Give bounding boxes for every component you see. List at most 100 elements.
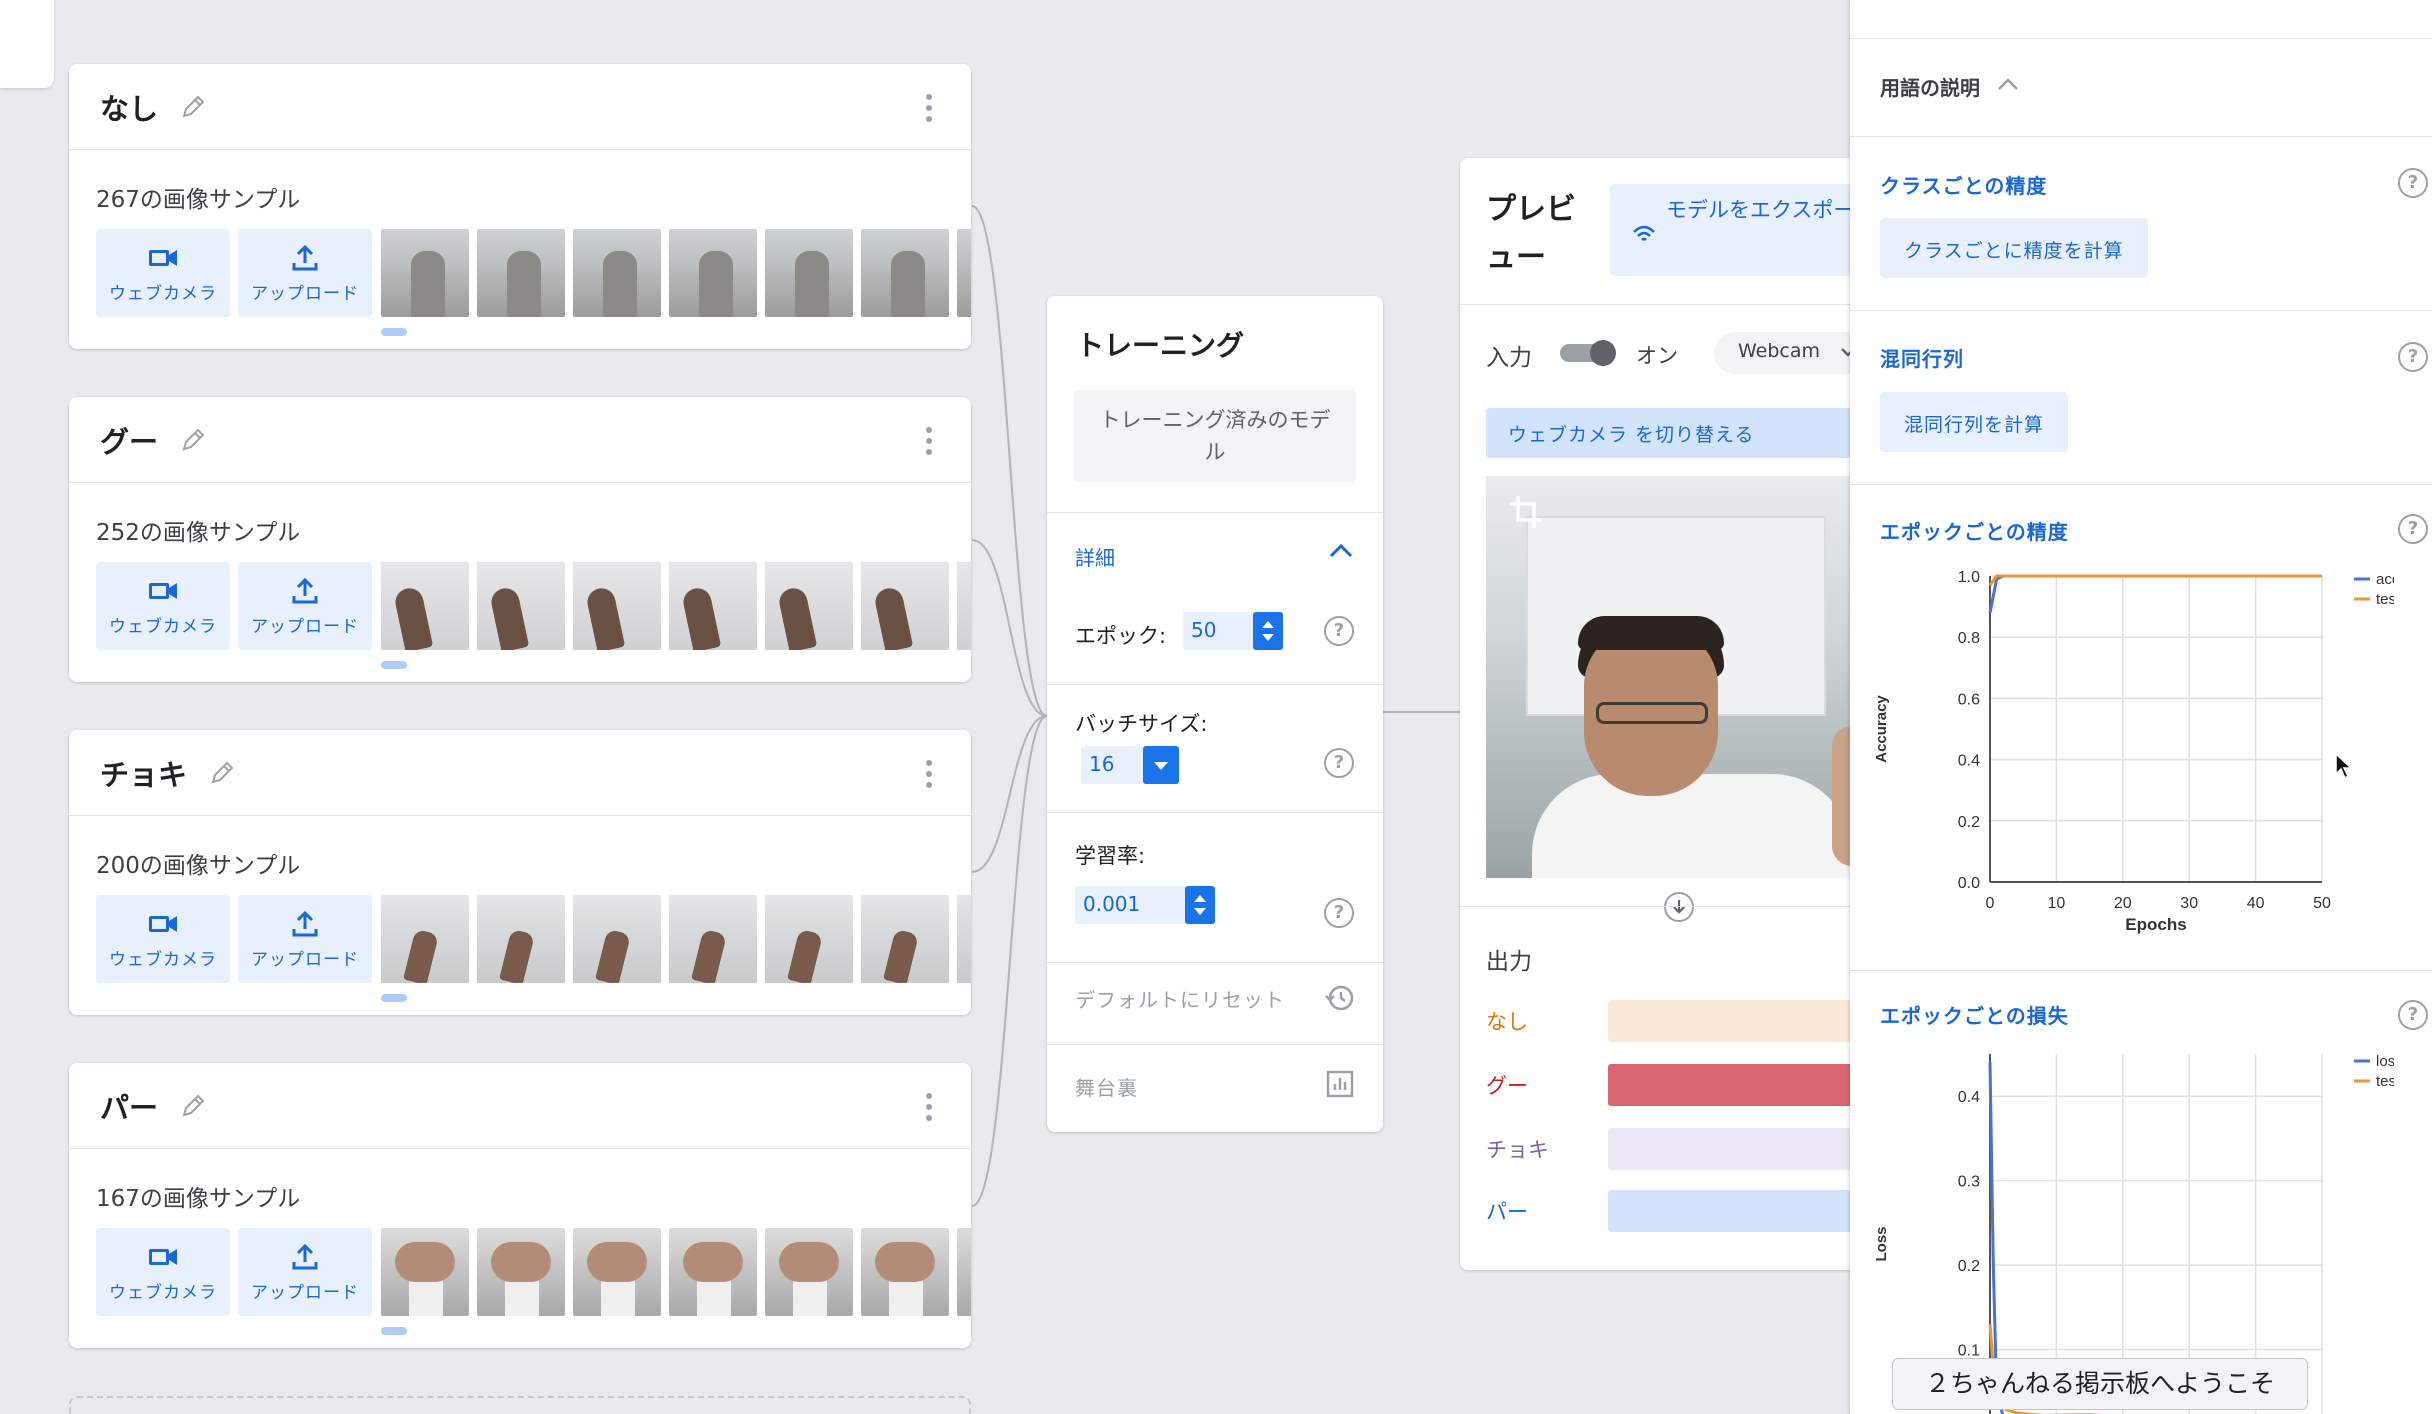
per-class-help-icon[interactable]: ? <box>2398 168 2428 198</box>
x-tick-label: 30 <box>2180 895 2198 912</box>
sample-thumbnail[interactable] <box>861 1228 949 1316</box>
y-axis-label: Loss <box>1874 1226 1890 1261</box>
sample-thumbnail[interactable] <box>861 229 949 317</box>
webcam-feed <box>1486 476 1910 878</box>
sample-thumbnail[interactable] <box>765 229 853 317</box>
sample-thumbnail[interactable] <box>669 1228 757 1316</box>
x-tick-label: 10 <box>2048 895 2066 912</box>
y-tick-label: 0.4 <box>1958 753 1980 770</box>
series-line <box>1988 574 2322 613</box>
sample-thumbnail[interactable] <box>765 562 853 650</box>
webcam-button[interactable]: ウェブカメラ <box>96 1228 230 1316</box>
bar-chart-icon[interactable] <box>1326 1070 1354 1098</box>
webcam-button[interactable]: ウェブカメラ <box>96 229 230 317</box>
sample-thumbnail[interactable] <box>573 895 661 983</box>
glossary-toggle[interactable]: 用語の説明 <box>1880 72 1980 101</box>
sample-thumbnail[interactable] <box>573 229 661 317</box>
train-model-button[interactable]: トレーニング済みのモデル <box>1074 390 1356 482</box>
more-options-icon[interactable] <box>925 1093 933 1121</box>
accuracy-chart: 0.0 0.2 0.4 0.6 0.8 1.0 0 10 20 30 40 50 acc test acc… <box>1874 569 2394 934</box>
confusion-help-icon[interactable]: ? <box>2398 342 2428 372</box>
y-tick-label: 0.4 <box>1958 1089 1980 1106</box>
learning-rate-help-icon[interactable]: ? <box>1324 898 1354 928</box>
sample-thumbnail[interactable] <box>765 1228 853 1316</box>
class-name[interactable]: グー <box>100 419 158 461</box>
scroll-indicator[interactable] <box>381 994 407 1002</box>
class-name[interactable]: なし <box>100 86 158 128</box>
confusion-matrix-button[interactable]: 混同行列を計算 <box>1880 392 2069 452</box>
reset-defaults-button[interactable]: デフォルトにリセット <box>1075 984 1285 1013</box>
history-icon[interactable] <box>1324 982 1356 1014</box>
scroll-indicator[interactable] <box>381 1327 407 1335</box>
sample-thumbnail[interactable] <box>477 229 565 317</box>
sample-thumbnail[interactable] <box>765 895 853 983</box>
epochs-stepper[interactable]: 50 <box>1183 612 1283 650</box>
y-tick-label: 0.2 <box>1958 1258 1980 1275</box>
class-name[interactable]: チョキ <box>100 752 187 794</box>
pencil-icon[interactable] <box>207 758 237 788</box>
loss-help-icon[interactable]: ? <box>2398 1000 2428 1030</box>
sample-thumbnail[interactable] <box>957 562 971 650</box>
webcam-button[interactable]: ウェブカメラ <box>96 895 230 983</box>
per-class-accuracy-button[interactable]: クラスごとに精度を計算 <box>1880 218 2148 278</box>
legend-label: test loss <box>2376 1073 2394 1090</box>
pencil-icon[interactable] <box>178 425 208 455</box>
upload-button[interactable]: アップロード <box>238 562 372 650</box>
more-options-icon[interactable] <box>925 760 933 788</box>
advanced-toggle[interactable]: 詳細 <box>1075 542 1115 571</box>
add-class-placeholder[interactable] <box>69 1396 971 1414</box>
more-options-icon[interactable] <box>925 94 933 122</box>
sample-thumbnail[interactable] <box>477 562 565 650</box>
stepper-arrows-icon[interactable] <box>1185 886 1215 924</box>
sample-thumbnail[interactable] <box>381 229 469 317</box>
switch-webcam-button[interactable]: ウェブカメラ を切り替える <box>1486 408 1910 458</box>
sample-thumbnail[interactable] <box>861 562 949 650</box>
sample-thumbnail[interactable] <box>381 1228 469 1316</box>
sample-thumbnail[interactable] <box>573 1228 661 1316</box>
sample-thumbnail[interactable] <box>381 895 469 983</box>
sample-thumbnail[interactable] <box>381 562 469 650</box>
sample-thumbnail[interactable] <box>861 895 949 983</box>
input-toggle[interactable] <box>1560 340 1616 366</box>
dropdown-arrow-icon[interactable] <box>1143 746 1179 784</box>
learning-rate-stepper[interactable]: 0.001 <box>1075 886 1215 924</box>
sample-thumbnail[interactable] <box>669 229 757 317</box>
epochs-help-icon[interactable]: ? <box>1324 616 1354 646</box>
scroll-indicator[interactable] <box>381 661 407 669</box>
sample-thumbnail[interactable] <box>957 229 971 317</box>
sample-thumbnail[interactable] <box>669 562 757 650</box>
sample-count: 252の画像サンプル <box>96 520 301 546</box>
training-card: トレーニング トレーニング済みのモデル 詳細 エポック: 50 ? バッチサイズ… <box>1047 296 1383 1132</box>
pencil-icon[interactable] <box>178 1091 208 1121</box>
scroll-indicator[interactable] <box>381 328 407 336</box>
output-class-label: なし <box>1486 1010 1528 1034</box>
under-the-hood-button[interactable]: 舞台裏 <box>1075 1072 1138 1101</box>
stepper-arrows-icon[interactable] <box>1253 612 1283 650</box>
more-options-icon[interactable] <box>925 427 933 455</box>
class-name[interactable]: パー <box>100 1085 158 1127</box>
upload-button[interactable]: アップロード <box>238 1228 372 1316</box>
pencil-icon[interactable] <box>178 92 208 122</box>
crop-icon[interactable] <box>1508 494 1544 530</box>
sample-thumbnail[interactable] <box>669 895 757 983</box>
batch-size-select[interactable]: 16 <box>1081 746 1179 784</box>
sample-thumbnail[interactable] <box>477 895 565 983</box>
batch-size-help-icon[interactable]: ? <box>1324 748 1354 778</box>
x-tick-label: 20 <box>2114 895 2132 912</box>
upload-button[interactable]: アップロード <box>238 895 372 983</box>
sample-thumbnails <box>381 895 971 983</box>
sample-thumbnail[interactable] <box>957 895 971 983</box>
arrow-down-icon[interactable] <box>1664 892 1694 922</box>
webcam-button[interactable]: ウェブカメラ <box>96 562 230 650</box>
model-details-panel: 用語の説明 クラスごとの精度 ? クラスごとに精度を計算 混同行列 ? 混同行列… <box>1850 0 2432 1414</box>
sample-thumbnail[interactable] <box>573 562 661 650</box>
chevron-up-icon[interactable] <box>1327 540 1355 560</box>
chevron-up-icon[interactable] <box>1996 76 2020 92</box>
accuracy-help-icon[interactable]: ? <box>2398 514 2428 544</box>
class-card: なし 267の画像サンプル ウェブカメラ アップロード <box>69 64 971 349</box>
learning-rate-label: 学習率: <box>1075 844 1146 868</box>
upload-button[interactable]: アップロード <box>238 229 372 317</box>
upload-icon <box>292 1243 318 1269</box>
sample-thumbnail[interactable] <box>957 1228 971 1316</box>
sample-thumbnail[interactable] <box>477 1228 565 1316</box>
